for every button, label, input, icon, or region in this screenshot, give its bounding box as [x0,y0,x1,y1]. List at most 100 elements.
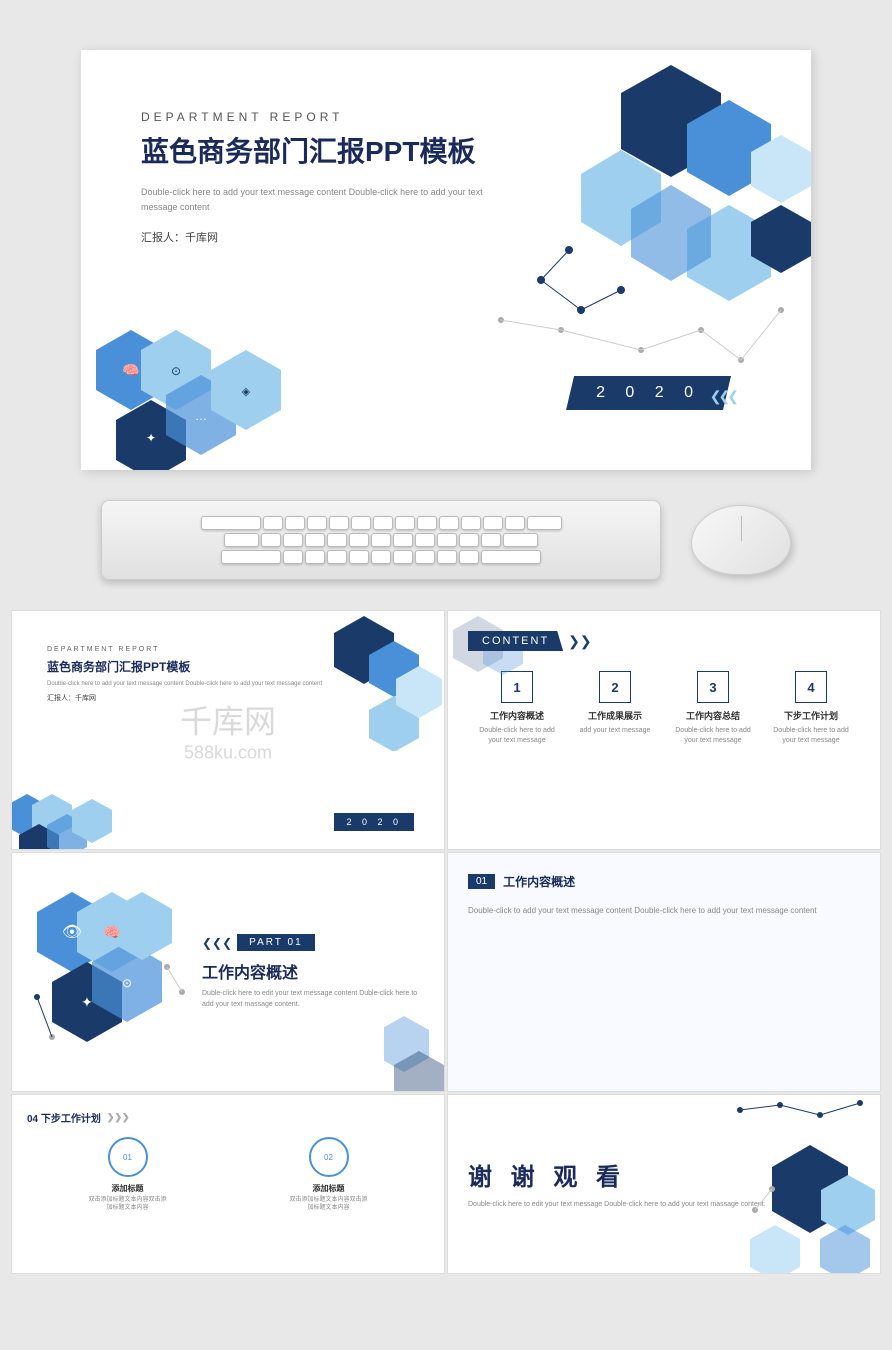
work-desc: Double-click to add your text message co… [468,905,860,918]
key-row-3 [112,550,650,564]
plan-arrows-icon: ❯❯❯ [107,1112,130,1123]
content-item-2: 2 工作成果展示 add your text message [570,671,660,746]
part-hex-group: 👁 🧠 ✦ ⊙ [27,882,187,1062]
key [307,516,327,530]
key [283,533,303,547]
content-desc-3: Double-click here to add your text messa… [668,726,758,746]
plan-desc-1: 双击添加标题文本内容双击添加标题文本内容 [88,1197,168,1213]
work-header: 01 工作内容概述 [468,873,860,890]
content-label: CONTENT [468,631,563,651]
content-desc-4: Double-click here to add your text messa… [766,726,856,746]
plan-circle-2: 02 [309,1137,349,1177]
part-badge: PART 01 [237,934,314,951]
slides-grid: DEPARTMENT REPORT 蓝色商务部门汇报PPT模板 Double-c… [11,610,881,1092]
key [261,533,281,547]
key [415,550,435,564]
part-title: 工作内容概述 [202,959,429,983]
key [349,533,369,547]
key [305,533,325,547]
thumb1-year: 2 0 2 0 [334,813,414,831]
hex-light-1 [687,205,771,301]
hex-dark-1 [621,65,721,177]
key [263,516,283,530]
key [395,516,415,530]
key [283,550,303,564]
keyboard [101,500,661,580]
key [371,533,391,547]
part-desc: Duble-click here to edit your text messa… [202,989,429,1010]
svg-text:⊙: ⊙ [171,364,181,378]
slide-thumb-4[interactable]: 01 工作内容概述 Double-click to add your text … [447,852,881,1092]
key [437,550,457,564]
plan-circle-1: 01 [108,1137,148,1177]
svg-text:…: … [195,409,207,423]
slide-thumb-2[interactable]: CONTENT ❯❯ 1 工作内容概述 Double-click here to… [447,610,881,850]
key [373,516,393,530]
key [459,550,479,564]
mouse-divider [741,516,742,541]
key [221,550,281,564]
svg-text:✦: ✦ [146,431,156,445]
svg-text:◈: ◈ [242,386,251,398]
key [305,550,325,564]
content-num-4: 4 [795,671,827,703]
key [285,516,305,530]
key [349,550,369,564]
content-num-3: 3 [697,671,729,703]
key-row-1 [112,516,650,530]
plan-items: 01 添加标题 双击添加标题文本内容双击添加标题文本内容 02 添加标题 双击添… [27,1137,429,1213]
key [329,516,349,530]
part-label: ❮❮❮ PART 01 [202,934,429,951]
key [393,533,413,547]
svg-text:🧠: 🧠 [103,924,120,940]
key [371,550,391,564]
slide-thanks[interactable]: 谢 谢 观 看 Double-click here to edit your t… [447,1094,881,1274]
svg-text:👁: 👁 [62,924,82,941]
part-content: ❮❮❮ PART 01 工作内容概述 Duble-click here to e… [187,934,429,1010]
key [527,516,562,530]
slide-plan[interactable]: 04 下步工作计划 ❯❯❯ 01 添加标题 双击添加标题文本内容双击添加标题文本… [11,1094,445,1274]
chevron-deco: ❮❮❮ [710,388,736,405]
slide-thumb-1[interactable]: DEPARTMENT REPORT 蓝色商务部门汇报PPT模板 Double-c… [11,610,445,850]
key [327,533,347,547]
keyboard-section [81,500,811,580]
content-chevrons: ❯❯ [568,633,591,650]
key [459,533,479,547]
hex-mid-2 [631,185,711,281]
plan-item-1: 01 添加标题 双击添加标题文本内容双击添加标题文本内容 [88,1137,168,1213]
dept-label: DEPARTMENT REPORT [141,110,521,124]
key [393,550,413,564]
slide-thumb-3[interactable]: 👁 🧠 ✦ ⊙ ❮❮❮ PART 01 工作内容概述 Duble-click h… [11,852,445,1092]
content-num-2: 2 [599,671,631,703]
slide1-content: DEPARTMENT REPORT 蓝色商务部门汇报PPT模板 Double-c… [141,110,521,245]
key [483,516,503,530]
key [503,533,538,547]
content-item-4: 4 下步工作计划 Double-click here to add your t… [766,671,856,746]
work-title: 工作内容概述 [503,873,575,890]
key [201,516,261,530]
plan-title-2: 添加标题 [289,1183,369,1194]
plan-title-1: 添加标题 [88,1183,168,1194]
svg-text:⊙: ⊙ [122,976,132,990]
key [415,533,435,547]
key [351,516,371,530]
year-badge: 2 0 2 0 [566,376,731,410]
slide-main: DEPARTMENT REPORT 蓝色商务部门汇报PPT模板 Double-c… [81,50,811,470]
slide-title: 蓝色商务部门汇报PPT模板 [141,134,521,170]
key-row-2 [112,533,650,547]
key [417,516,437,530]
slide-subtitle: Double-click here to add your text messa… [141,185,521,214]
key [481,533,501,547]
content-item-3: 3 工作内容总结 Double-click here to add your t… [668,671,758,746]
hex-mid-1 [687,100,771,196]
content-desc-1: Double-click here to add your text messa… [472,726,562,746]
part-arrows-icon: ❮❮❮ [202,936,232,950]
hex-light-2 [751,135,811,203]
key [437,533,457,547]
key [481,550,541,564]
svg-text:🧠: 🧠 [122,362,139,378]
key [224,533,259,547]
content-header: CONTENT ❯❯ [468,631,860,651]
content-title-2: 工作成果展示 [570,709,660,722]
work-num: 01 [468,874,495,889]
